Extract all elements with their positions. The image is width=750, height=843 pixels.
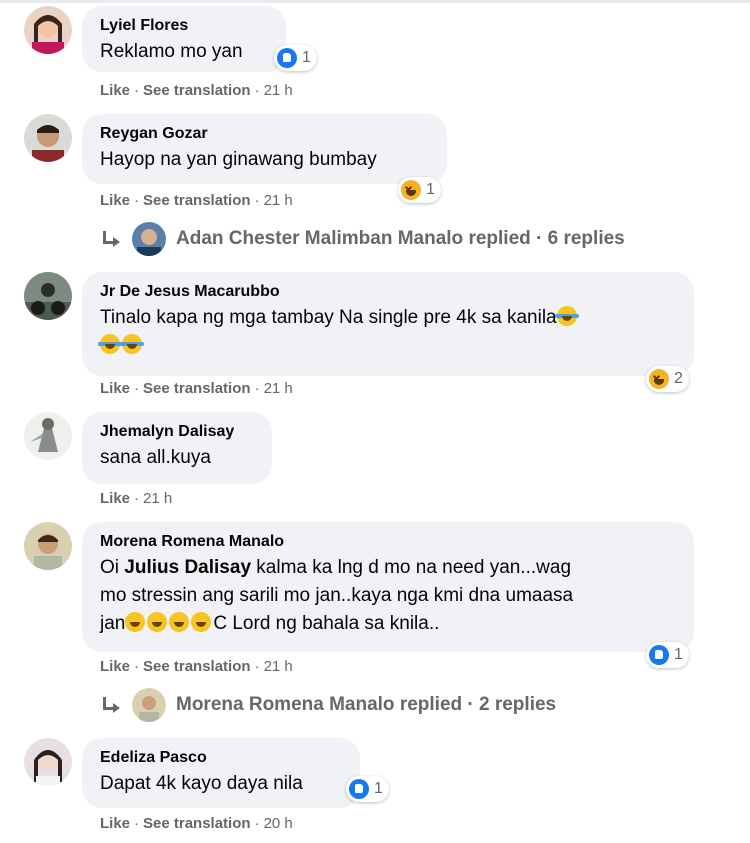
comment-author[interactable]: Reygan Gozar xyxy=(100,124,429,144)
timestamp[interactable]: 21 h xyxy=(264,658,293,675)
reaction-number: 1 xyxy=(426,181,435,198)
avatar[interactable] xyxy=(24,6,72,54)
smile-emoji xyxy=(169,612,190,632)
comment-author[interactable]: Edeliza Pasco xyxy=(100,748,342,768)
reaction-number: 1 xyxy=(674,646,683,663)
like-button[interactable]: Like xyxy=(100,192,130,209)
timestamp[interactable]: 21 h xyxy=(264,82,293,99)
replies-text: Morena Romena Manalo replied · 2 replies xyxy=(176,694,557,715)
reaction-count[interactable]: 2 xyxy=(646,366,689,392)
like-button[interactable]: Like xyxy=(100,815,130,832)
see-translation-link[interactable]: See translation xyxy=(143,82,251,99)
mention-link[interactable]: Julius Dalisay xyxy=(124,557,251,578)
haha-reaction-icon xyxy=(649,369,669,389)
comment-bubble: Morena Romena Manalo Oi Julius Dalisay k… xyxy=(82,522,694,652)
reaction-count[interactable]: 1 xyxy=(346,776,389,802)
like-button[interactable]: Like xyxy=(100,380,130,397)
smile-emoji xyxy=(147,612,168,632)
comment-bubble: Jhemalyn Dalisay sana all.kuya xyxy=(82,412,272,484)
comment-author[interactable]: Morena Romena Manalo xyxy=(100,532,676,552)
timestamp[interactable]: 21 h xyxy=(264,192,293,209)
comment-author[interactable]: Jhemalyn Dalisay xyxy=(100,422,254,442)
comment-text: Reklamo mo yan xyxy=(100,41,243,62)
avatar[interactable] xyxy=(24,272,72,320)
like-reaction-icon xyxy=(277,48,297,68)
see-translation-link[interactable]: See translation xyxy=(143,815,251,832)
reaction-number: 2 xyxy=(674,370,683,387)
smile-emoji xyxy=(191,612,212,632)
like-button[interactable]: Like xyxy=(100,490,130,507)
reply-arrow-icon xyxy=(100,228,122,250)
comment-author[interactable]: Jr De Jesus Macarubbo xyxy=(100,282,676,302)
like-reaction-icon xyxy=(649,645,669,665)
comment-actions: Like · See translation · 21 h xyxy=(100,192,293,209)
see-translation-link[interactable]: See translation xyxy=(143,380,251,397)
haha-reaction-icon xyxy=(401,180,421,200)
comment-bubble: Jr De Jesus Macarubbo Tinalo kapa ng mga… xyxy=(82,272,694,376)
timestamp[interactable]: 20 h xyxy=(264,815,293,832)
like-button[interactable]: Like xyxy=(100,658,130,675)
comment-text: Hayop na yan ginawang bumbay xyxy=(100,149,377,170)
comment-text: sana all.kuya xyxy=(100,447,211,468)
laughing-tears-emoji xyxy=(120,334,144,354)
view-replies-link[interactable]: Adan Chester Malimban Manalo replied · 6… xyxy=(100,222,625,256)
view-replies-link[interactable]: Morena Romena Manalo replied · 2 replies xyxy=(100,688,556,722)
comment-actions: Like · See translation · 21 h xyxy=(100,82,293,99)
replies-text: Adan Chester Malimban Manalo replied · 6… xyxy=(176,228,625,249)
avatar[interactable] xyxy=(24,114,72,162)
comment-text: Tinalo kapa ng mga tambay Na single pre … xyxy=(98,304,676,360)
comment-text: Oi Julius Dalisay kalma ka lng d mo na n… xyxy=(100,557,574,634)
smile-emoji xyxy=(125,612,146,632)
comment-author[interactable]: Lyiel Flores xyxy=(100,16,268,36)
see-translation-link[interactable]: See translation xyxy=(143,192,251,209)
comment-actions: Like · 21 h xyxy=(100,490,173,507)
comment-actions: Like · See translation · 21 h xyxy=(100,658,293,675)
avatar[interactable] xyxy=(24,412,72,460)
comment-bubble: Edeliza Pasco Dapat 4k kayo daya nila xyxy=(82,738,360,808)
like-reaction-icon xyxy=(349,779,369,799)
laughing-tears-emoji xyxy=(554,306,579,326)
comment-bubble: Lyiel Flores Reklamo mo yan xyxy=(82,6,286,72)
avatar xyxy=(132,222,166,256)
comment-actions: Like · See translation · 21 h xyxy=(100,380,293,397)
reaction-count[interactable]: 1 xyxy=(646,642,689,668)
reply-arrow-icon xyxy=(100,694,122,716)
reaction-count[interactable]: 1 xyxy=(274,45,317,71)
comment-actions: Like · See translation · 20 h xyxy=(100,815,293,832)
reaction-number: 1 xyxy=(302,49,311,66)
reaction-number: 1 xyxy=(374,780,383,797)
timestamp[interactable]: 21 h xyxy=(143,490,172,507)
reaction-count[interactable]: 1 xyxy=(398,177,441,203)
see-translation-link[interactable]: See translation xyxy=(143,658,251,675)
timestamp[interactable]: 21 h xyxy=(264,380,293,397)
avatar[interactable] xyxy=(24,522,72,570)
comment-text: Dapat 4k kayo daya nila xyxy=(100,773,303,794)
top-divider xyxy=(0,0,750,3)
avatar xyxy=(132,688,166,722)
laughing-tears-emoji xyxy=(98,334,122,354)
comment-bubble: Reygan Gozar Hayop na yan ginawang bumba… xyxy=(82,114,447,184)
avatar[interactable] xyxy=(24,738,72,786)
like-button[interactable]: Like xyxy=(100,82,130,99)
